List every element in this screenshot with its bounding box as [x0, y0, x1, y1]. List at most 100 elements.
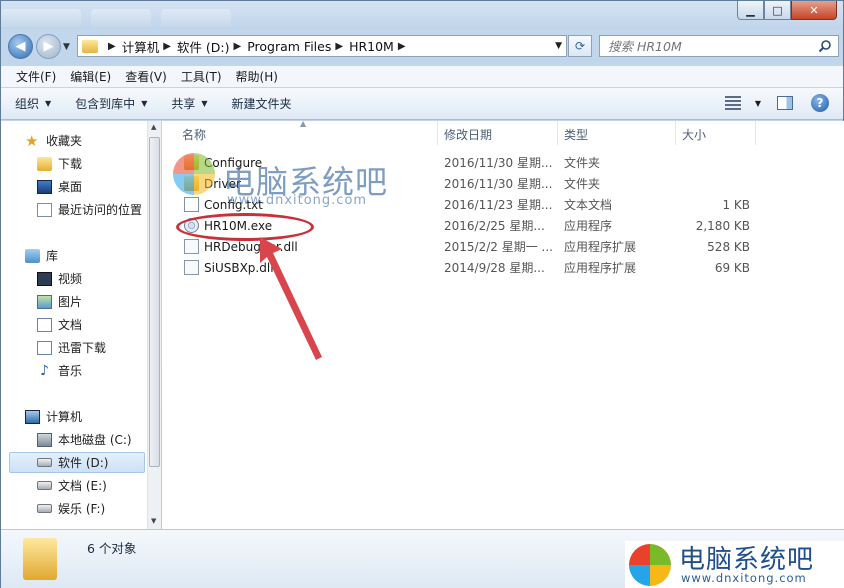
recent-places-icon [37, 202, 52, 217]
refresh-button[interactable]: ⟳ [568, 35, 592, 57]
scroll-down-icon[interactable]: ▼ [151, 517, 156, 525]
search-box[interactable] [599, 35, 839, 57]
forward-arrow-icon: ▶ [43, 39, 54, 54]
nav-item-drive-d[interactable]: 软件 (D:) [9, 452, 145, 473]
refresh-icon: ⟳ [574, 39, 586, 53]
nav-libraries[interactable]: 库 [1, 245, 147, 266]
help-icon[interactable]: ? [811, 94, 829, 112]
column-divider[interactable] [557, 121, 558, 145]
file-date: 2014/9/28 星期... [444, 261, 545, 275]
computer-icon [25, 409, 40, 424]
breadcrumb-computer[interactable]: 计算机 ▶ [122, 37, 177, 56]
chevron-right-icon: ▶ [335, 40, 344, 52]
nav-item-desktop[interactable]: 桌面 [1, 176, 147, 197]
new-folder-button[interactable]: 新建文件夹 [232, 95, 292, 112]
chevron-right-icon: ▶ [233, 40, 242, 52]
search-input[interactable] [608, 38, 808, 54]
nav-item-drive-e[interactable]: 文档 (E:) [1, 475, 147, 496]
view-dropdown-icon[interactable]: ▼ [755, 99, 761, 108]
column-divider[interactable] [437, 121, 438, 145]
video-icon [37, 271, 52, 286]
explorer-window: ▁ □ ✕ ◀ ▶ ▼ ▶ 计算机 ▶ 软件 (D:) ▶ Program File… [0, 0, 844, 588]
file-date: 2016/11/23 星期... [444, 198, 553, 212]
menu-view[interactable]: 查看(V) [118, 68, 174, 85]
sort-ascending-icon: ▲ [300, 119, 307, 128]
back-button[interactable]: ◀ [8, 34, 33, 59]
address-bar[interactable]: ▶ 计算机 ▶ 软件 (D:) ▶ Program Files ▶ HR10M ▶ ▼ [77, 35, 567, 57]
nav-item-documents[interactable]: 文档 [1, 314, 147, 335]
nav-computer[interactable]: 计算机 [1, 406, 147, 427]
organize-button[interactable]: 组织 ▼ [15, 95, 51, 112]
chevron-down-icon: ▼ [141, 99, 148, 108]
forward-button[interactable]: ▶ [36, 34, 61, 59]
column-header-date[interactable]: 修改日期 [444, 126, 492, 143]
file-type: 应用程序 [564, 219, 613, 233]
scroll-up-icon[interactable]: ▲ [151, 123, 156, 131]
nav-item-thunder-downloads[interactable]: 迅雷下载 [1, 337, 147, 358]
file-type: 应用程序扩展 [564, 261, 637, 275]
drive-icon [37, 458, 52, 467]
file-size: 2,180 KB [695, 218, 750, 233]
document-icon [37, 317, 52, 332]
file-date: 2015/2/2 星期一 ... [444, 240, 553, 254]
file-size: 69 KB [714, 260, 750, 275]
nav-item-recent-places[interactable]: 最近访问的位置 [1, 199, 147, 220]
watermark-url: www.dnxitong.com [227, 193, 368, 208]
breadcrumb-hr10m[interactable]: HR10M ▶ [349, 39, 411, 54]
column-header-name[interactable]: 名称 [182, 126, 206, 143]
minimize-icon: ▁ [746, 3, 755, 17]
menu-file[interactable]: 文件(F) [9, 68, 63, 85]
share-button[interactable]: 共享 ▼ [171, 95, 207, 112]
chevron-right-icon: ▶ [108, 40, 116, 52]
address-dropdown-icon[interactable]: ▼ [555, 41, 562, 51]
nav-item-drive-f[interactable]: 娱乐 (F:) [1, 498, 147, 519]
file-date: 2016/11/30 星期... [444, 156, 553, 170]
back-arrow-icon: ◀ [15, 39, 26, 54]
chevron-down-icon: ▼ [45, 99, 52, 108]
maximize-icon: □ [772, 3, 783, 17]
star-icon: ★ [25, 131, 39, 150]
background-tab [1, 9, 81, 27]
dll-icon [184, 260, 199, 275]
logo-quadrant [194, 153, 215, 174]
close-icon: ✕ [809, 3, 819, 17]
watermark-logo [629, 544, 671, 586]
breadcrumb-program-files[interactable]: Program Files ▶ [247, 39, 349, 54]
nav-scrollbar-thumb[interactable] [149, 137, 160, 467]
nav-item-music[interactable]: ♪ 音乐 [1, 360, 147, 381]
column-divider[interactable] [675, 121, 676, 145]
chevron-down-icon: ▼ [201, 99, 208, 108]
column-header-size[interactable]: 大小 [682, 126, 706, 143]
breadcrumb-drive-d[interactable]: 软件 (D:) ▶ [177, 37, 247, 56]
corner-watermark: 电脑系统吧 www.dnxitong.com [625, 541, 844, 588]
search-icon[interactable] [818, 39, 832, 53]
chevron-right-icon: ▶ [163, 40, 171, 52]
menu-edit[interactable]: 编辑(E) [63, 68, 118, 85]
command-toolbar: 组织 ▼ 包含到库中 ▼ 共享 ▼ 新建文件夹 ▼ ? [1, 88, 843, 120]
column-divider[interactable] [755, 121, 756, 145]
music-note-icon: ♪ [40, 362, 49, 379]
file-date: 2016/2/25 星期... [444, 219, 545, 233]
close-button[interactable]: ✕ [791, 1, 837, 20]
view-options-icon[interactable] [724, 96, 741, 110]
nav-item-downloads[interactable]: 下载 [1, 153, 147, 174]
menu-tools[interactable]: 工具(T) [174, 68, 229, 85]
toolbar-right-group: ▼ ? [724, 94, 829, 112]
maximize-button[interactable]: □ [764, 1, 791, 20]
nav-favorites[interactable]: ★ 收藏夹 [1, 130, 147, 151]
file-type: 文本文档 [564, 198, 613, 212]
nav-item-videos[interactable]: 视频 [1, 268, 147, 289]
nav-scrollbar[interactable]: ▲ ▼ [147, 121, 161, 529]
preview-pane-icon[interactable] [777, 96, 793, 110]
recent-pages-dropdown[interactable]: ▼ [63, 42, 70, 52]
include-in-library-button[interactable]: 包含到库中 ▼ [75, 95, 147, 112]
drive-icon [37, 504, 52, 513]
nav-item-pictures[interactable]: 图片 [1, 291, 147, 312]
nav-item-drive-c[interactable]: 本地磁盘 (C:) [1, 429, 147, 450]
minimize-button[interactable]: ▁ [737, 1, 764, 20]
file-type: 文件夹 [564, 156, 601, 170]
column-header-type[interactable]: 类型 [564, 126, 588, 143]
dll-icon [184, 239, 199, 254]
menu-help[interactable]: 帮助(H) [229, 68, 285, 85]
file-date: 2016/11/30 星期... [444, 177, 553, 191]
